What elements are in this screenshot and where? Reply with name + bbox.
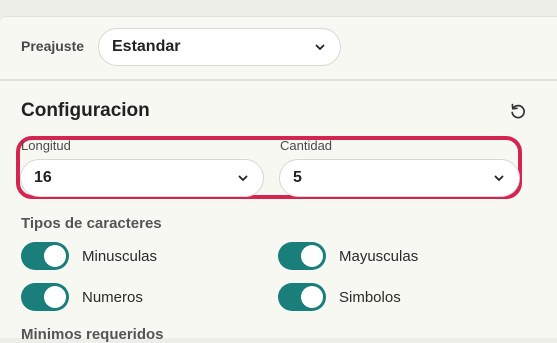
preset-select-value: Estandar — [112, 38, 181, 55]
config-panel: Configuracion Longitud Cantidad 16 5 Tip… — [0, 80, 557, 343]
toggle-uppercase[interactable]: Mayusculas — [278, 242, 418, 270]
toggle-knob — [44, 286, 66, 308]
length-label: Longitud — [21, 138, 71, 153]
length-select-value: 16 — [34, 169, 52, 186]
quantity-select[interactable]: 5 — [279, 159, 520, 197]
toggle-label: Mayusculas — [339, 247, 419, 265]
toggle-knob — [301, 245, 323, 267]
chevron-down-icon — [315, 44, 325, 50]
config-title: Configuracion — [21, 100, 150, 121]
toggle-switch[interactable] — [278, 283, 326, 311]
minimums-title: Minimos requeridos — [21, 326, 164, 343]
chevron-down-icon — [494, 175, 504, 181]
toggle-knob — [301, 286, 323, 308]
toggle-switch[interactable] — [21, 242, 69, 270]
toggle-switch[interactable] — [278, 242, 326, 270]
preset-select[interactable]: Estandar — [98, 28, 341, 66]
quantity-label: Cantidad — [280, 138, 333, 153]
toggle-switch[interactable] — [21, 283, 69, 311]
chevron-down-icon — [238, 175, 248, 181]
preset-label: Preajuste — [21, 38, 85, 54]
toggle-lowercase[interactable]: Minusculas — [21, 242, 157, 270]
quantity-select-value: 5 — [293, 169, 302, 186]
toggle-label: Simbolos — [339, 288, 401, 306]
toggle-label: Numeros — [82, 288, 143, 306]
toggle-knob — [44, 245, 66, 267]
toggle-numbers[interactable]: Numeros — [21, 283, 143, 311]
length-select[interactable]: 16 — [20, 159, 264, 197]
toggle-symbols[interactable]: Simbolos — [278, 283, 401, 311]
char-types-title: Tipos de caracteres — [21, 215, 162, 232]
toggle-label: Minusculas — [82, 247, 158, 265]
preset-bar: Preajuste Estandar — [0, 16, 557, 80]
reset-icon[interactable] — [509, 102, 527, 120]
